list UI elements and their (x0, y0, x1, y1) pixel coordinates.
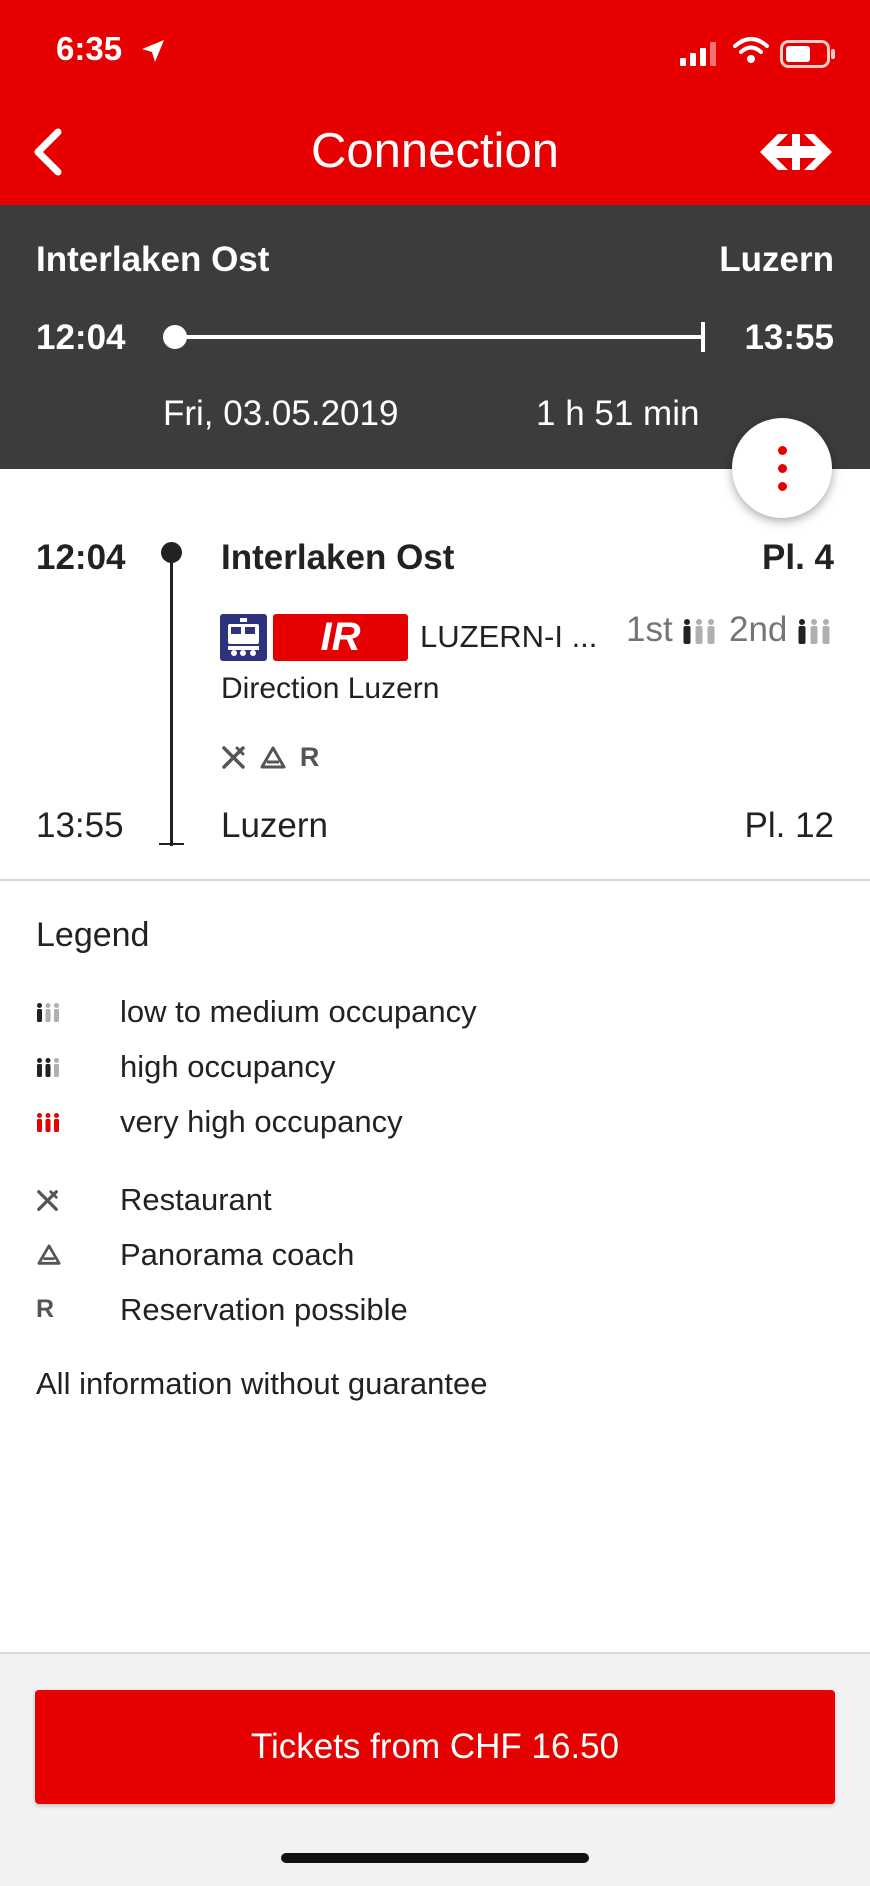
disclaimer: All information without guarantee (36, 1366, 488, 1401)
summary-date: Fri, 03.05.2019 (163, 394, 399, 433)
legend-panorama: Panorama coach (120, 1237, 355, 1272)
page-title: Connection (311, 124, 559, 178)
occupancy-low-icon (37, 1003, 59, 1022)
summary-duration: 1 h 51 min (536, 394, 700, 433)
summary-track-line (174, 335, 704, 339)
arrival-station: Luzern (221, 806, 329, 845)
occupancy-first-class: 1st (626, 610, 716, 650)
train-product-badge: IR (273, 614, 408, 661)
location-arrow-icon (142, 40, 164, 62)
journey-line (170, 552, 173, 846)
restaurant-icon (222, 745, 245, 769)
legend-reservation: Reservation possible (120, 1292, 408, 1327)
restaurant-icon (37, 1190, 58, 1211)
departure-platform: Pl. 4 (762, 538, 834, 577)
legend-restaurant: Restaurant (120, 1182, 272, 1217)
train-icon (220, 614, 267, 661)
occupancy-very-high-icon (37, 1113, 59, 1132)
signal-icon (680, 42, 716, 66)
summary-to: Luzern (719, 240, 834, 279)
summary-track-end (701, 322, 705, 352)
train-attributes: R (221, 742, 319, 773)
more-dot (778, 482, 787, 491)
tickets-button[interactable]: Tickets from CHF 16.50 (35, 1690, 835, 1804)
legend-occupancy-very-high: very high occupancy (120, 1104, 403, 1139)
summary-departure: 12:04 (36, 318, 126, 357)
more-vertical-icon (778, 446, 787, 455)
panorama-icon (260, 746, 286, 768)
summary-from: Interlaken Ost (36, 240, 270, 279)
legend-occupancy-low: low to medium occupancy (120, 994, 477, 1029)
departure-station: Interlaken Ost (221, 538, 455, 577)
occupancy-second-class: 2nd (729, 610, 831, 650)
journey-end-tick (159, 843, 184, 845)
reservation-icon: R (36, 1295, 55, 1323)
departure-time: 12:04 (36, 538, 126, 577)
home-indicator[interactable] (281, 1853, 589, 1863)
arrival-platform: Pl. 12 (744, 806, 835, 845)
train-direction: Direction Luzern (221, 672, 440, 705)
legend-occupancy-high: high occupancy (120, 1049, 336, 1084)
occupancy-low-icon (798, 618, 830, 644)
arrival-time: 13:55 (36, 806, 124, 845)
battery-icon (780, 40, 835, 68)
sbb-logo-icon[interactable] (758, 132, 834, 172)
wifi-icon (733, 37, 769, 63)
occupancy-low-icon (683, 618, 715, 644)
summary-track-start (163, 325, 187, 349)
status-time: 6:35 (56, 30, 123, 67)
divider (0, 879, 870, 881)
occupancy-second-label: 2nd (729, 610, 788, 649)
journey-start-dot (161, 542, 182, 563)
more-dot (778, 464, 787, 473)
legend-title: Legend (36, 916, 150, 954)
reservation-icon: R (299, 742, 320, 772)
panorama-icon (37, 1244, 61, 1265)
occupancy-first-label: 1st (626, 610, 673, 649)
more-options-button[interactable] (732, 418, 832, 518)
occupancy-high-icon (37, 1058, 59, 1077)
train-destination: LUZERN-I ... (420, 619, 598, 654)
summary-arrival: 13:55 (744, 318, 834, 357)
